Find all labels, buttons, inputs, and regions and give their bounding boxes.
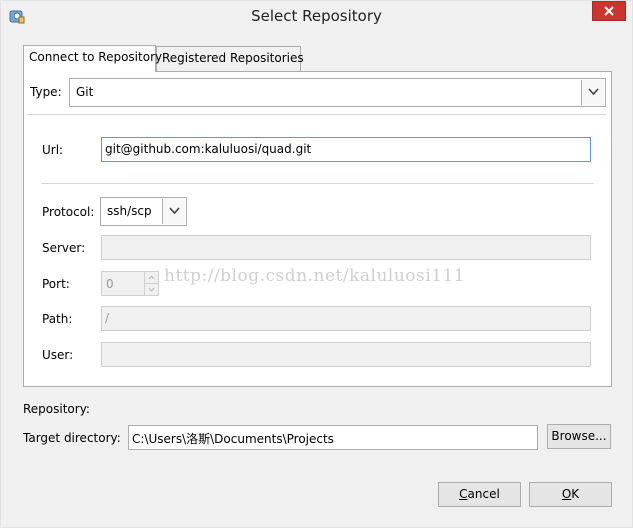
- user-input[interactable]: [101, 342, 591, 367]
- cancel-label-rest: ancel: [467, 487, 500, 501]
- browse-button[interactable]: Browse...: [547, 424, 611, 449]
- protocol-select[interactable]: ssh/scp: [100, 197, 187, 226]
- cancel-mnemonic: C: [459, 487, 468, 501]
- ok-button[interactable]: OK: [529, 482, 612, 507]
- tab-connect-to-repository[interactable]: Connect to Repository: [23, 45, 162, 72]
- port-spinner[interactable]: 0: [101, 271, 159, 296]
- target-directory-input[interactable]: C:\Users\洛斯\Documents\Projects: [128, 425, 538, 450]
- window-title: Select Repository: [251, 7, 382, 25]
- close-icon: [604, 6, 614, 16]
- user-label: User:: [42, 348, 74, 362]
- repository-label: Repository:: [23, 402, 90, 416]
- type-label: Type:: [30, 85, 62, 99]
- server-input[interactable]: [101, 235, 591, 260]
- dialog-content: Connect to Repository Registered Reposit…: [8, 32, 625, 522]
- path-label: Path:: [42, 312, 73, 326]
- path-input[interactable]: /: [101, 306, 591, 331]
- tab-registered-repositories[interactable]: Registered Repositories: [156, 46, 304, 71]
- chevron-down-icon: [169, 207, 180, 215]
- select-repository-dialog: Select Repository Connect to Repository …: [0, 0, 633, 528]
- port-decrement-button[interactable]: [144, 284, 158, 296]
- connect-panel: Type: Git Url: git@github.com:kaluluosi/…: [23, 71, 612, 387]
- port-value: 0: [106, 277, 114, 291]
- type-select[interactable]: Git: [69, 78, 606, 107]
- url-label: Url:: [42, 143, 64, 157]
- protocol-dropdown-button[interactable]: [162, 199, 185, 224]
- port-increment-button[interactable]: [144, 272, 158, 284]
- server-label: Server:: [42, 241, 86, 255]
- target-directory-label: Target directory:: [23, 431, 121, 445]
- chevron-down-icon: [148, 287, 155, 292]
- ok-label-rest: K: [571, 487, 580, 501]
- separator: [27, 114, 606, 115]
- type-value: Git: [76, 85, 94, 99]
- port-label: Port:: [42, 277, 70, 291]
- protocol-value: ssh/scp: [107, 204, 152, 218]
- ok-mnemonic: O: [561, 487, 572, 501]
- type-dropdown-button[interactable]: [581, 80, 604, 105]
- protocol-label: Protocol:: [42, 205, 95, 219]
- chevron-down-icon: [588, 88, 599, 96]
- chevron-up-icon: [148, 275, 155, 280]
- separator: [42, 183, 594, 184]
- watermark-text: http://blog.csdn.net/kaluluosi111: [164, 266, 466, 286]
- close-button[interactable]: [592, 1, 626, 21]
- title-bar[interactable]: Select Repository: [1, 1, 632, 32]
- url-input[interactable]: git@github.com:kaluluosi/quad.git: [101, 137, 591, 162]
- cancel-button[interactable]: Cancel: [438, 482, 521, 507]
